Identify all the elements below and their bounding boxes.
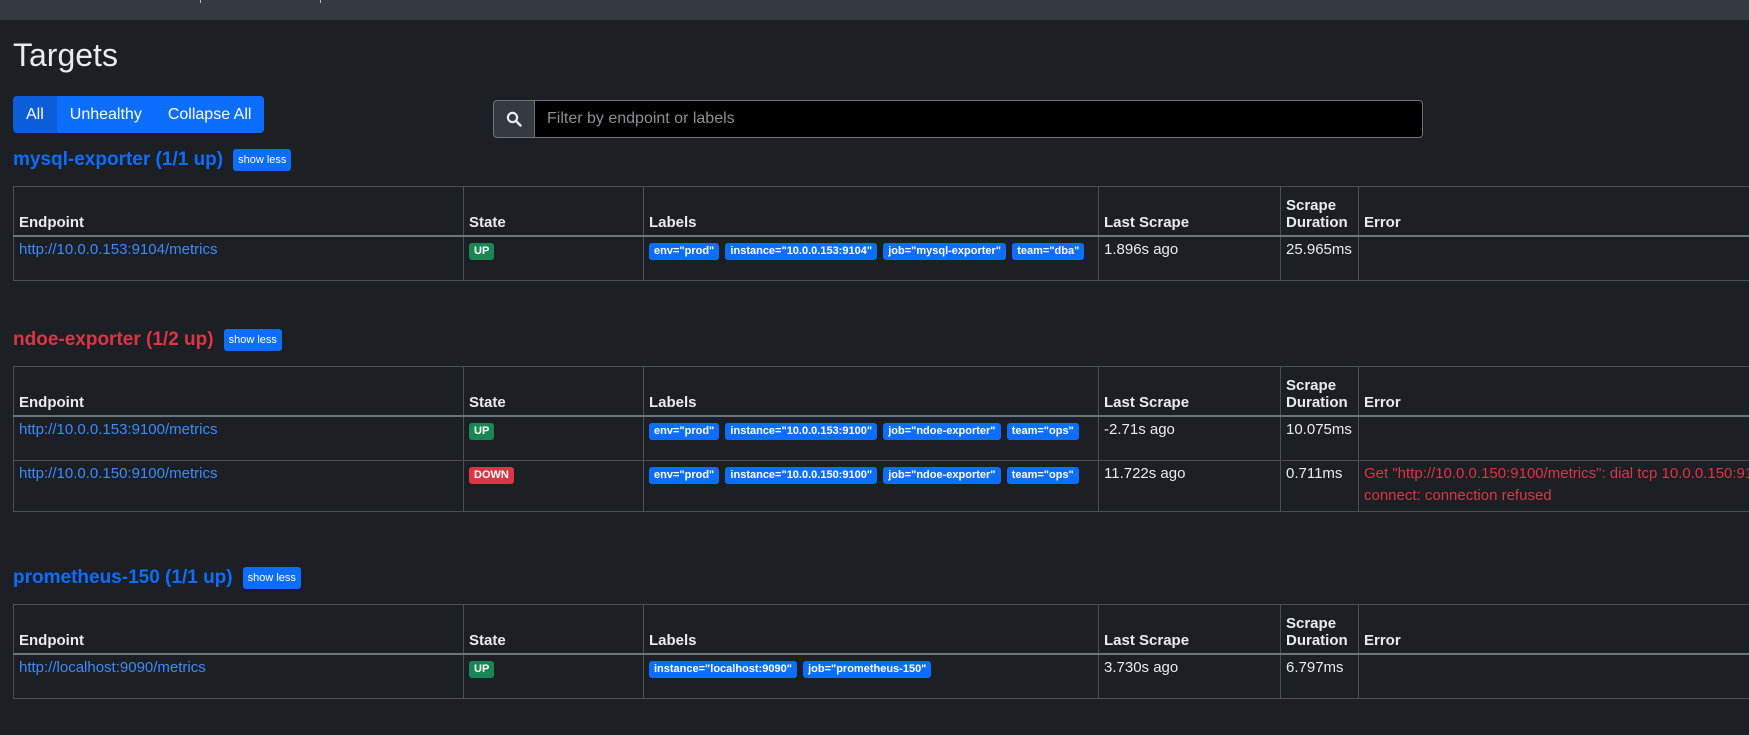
target-pool: prometheus-150 (1/1 up) show less Endpoint… (13, 563, 1749, 699)
filter-all-button[interactable]: All (13, 96, 57, 133)
filter-unhealthy-button[interactable]: Unhealthy (56, 96, 155, 133)
column-header-labels: Labels (643, 186, 1099, 237)
targets-table: Endpoint State Labels Last Scrape Scrape Dur… (13, 366, 1749, 512)
table-header-row: Endpoint State Labels Last Scrape Scrape Dur… (13, 366, 1749, 417)
search-group (493, 100, 1423, 138)
scrape-duration-cell: 6.797ms (1280, 653, 1359, 699)
last-scrape-cell: 3.730s ago (1098, 653, 1281, 699)
collapse-all-button[interactable]: Collapse All (154, 96, 265, 133)
filter-button-group: All Unhealthy Collapse All (13, 96, 265, 133)
endpoint-link[interactable]: http://10.0.0.153:9100/metrics (19, 421, 217, 438)
state-cell: UP (463, 415, 644, 461)
scrape-duration-cell: 10.075ms (1280, 415, 1359, 461)
state-badge: UP (469, 661, 495, 678)
column-header-labels: Labels (643, 604, 1099, 655)
pool-title-link[interactable]: prometheus-150 (1/1 up) (13, 567, 233, 589)
labels-cell: env="prod" instance="10.0.0.153:9100" jo… (643, 415, 1099, 461)
column-header-last-scrape: Last Scrape (1098, 186, 1281, 237)
column-header-scrape-duration: Scrape Duration (1280, 604, 1359, 655)
error-cell (1358, 653, 1749, 699)
show-less-button[interactable]: show less (223, 329, 282, 351)
endpoint-cell: http://localhost:9090/metrics (13, 653, 464, 699)
column-header-scrape-duration: Scrape Duration (1280, 366, 1359, 417)
pool-title-link[interactable]: ndoe-exporter (1/2 up) (13, 329, 214, 351)
state-badge: UP (469, 243, 495, 260)
table-row: http://10.0.0.153:9100/metrics UP env="pro… (13, 415, 1749, 461)
column-header-endpoint: Endpoint (13, 604, 464, 655)
label-badge: instance="10.0.0.153:9104" (725, 243, 878, 260)
page-title: Targets (13, 37, 118, 73)
error-cell (1358, 415, 1749, 461)
error-message: Get "http://10.0.0.150:9100/metrics": di… (1364, 464, 1749, 504)
pool-header: mysql-exporter (1/1 up) show less (13, 145, 1749, 175)
pool-title-link[interactable]: mysql-exporter (1/1 up) (13, 149, 223, 171)
label-badge: team="ops" (1006, 466, 1079, 484)
label-badge: job="prometheus-150" (803, 661, 932, 678)
label-badge: job="mysql-exporter" (883, 243, 1007, 260)
table-row: http://10.0.0.153:9104/metrics UP env="pro… (13, 235, 1749, 281)
column-header-last-scrape: Last Scrape (1098, 604, 1281, 655)
column-header-labels: Labels (643, 366, 1099, 417)
last-scrape-cell: 11.722s ago (1098, 459, 1281, 512)
endpoint-link[interactable]: http://localhost:9090/metrics (19, 659, 206, 676)
column-header-last-scrape: Last Scrape (1098, 366, 1281, 417)
label-badge: instance="localhost:9090" (649, 661, 797, 678)
search-input[interactable] (534, 100, 1423, 138)
table-header-row: Endpoint State Labels Last Scrape Scrape Dur… (13, 186, 1749, 237)
show-less-button[interactable]: show less (233, 149, 292, 171)
label-badge: instance="10.0.0.150:9100" (725, 466, 878, 484)
column-header-error: Error (1358, 604, 1749, 655)
pool-header: ndoe-exporter (1/2 up) show less (13, 325, 1749, 355)
state-cell: DOWN (463, 459, 644, 512)
table-row: http://localhost:9090/metrics UP instance=… (13, 653, 1749, 699)
state-cell: UP (463, 653, 644, 699)
endpoint-cell: http://10.0.0.150:9100/metrics (13, 459, 464, 512)
column-header-state: State (463, 186, 644, 237)
label-badge: env="prod" (649, 243, 720, 260)
state-cell: UP (463, 235, 644, 281)
last-scrape-cell: -2.71s ago (1098, 415, 1281, 461)
column-header-endpoint: Endpoint (13, 366, 464, 417)
label-badge: job="ndoe-exporter" (883, 466, 1001, 484)
label-badge: job="ndoe-exporter" (883, 423, 1001, 440)
labels-cell: env="prod" instance="10.0.0.153:9104" jo… (643, 235, 1099, 281)
endpoint-link[interactable]: http://10.0.0.153:9104/metrics (19, 241, 217, 258)
endpoint-cell: http://10.0.0.153:9104/metrics (13, 235, 464, 281)
navbar-divider (200, 0, 201, 3)
target-pool: ndoe-exporter (1/2 up) show less Endpoint S… (13, 325, 1749, 512)
show-less-button[interactable]: show less (242, 567, 301, 589)
column-header-endpoint: Endpoint (13, 186, 464, 237)
search-icon (493, 100, 534, 138)
labels-cell: instance="localhost:9090" job="prometheu… (643, 653, 1099, 699)
top-navbar (0, 0, 1749, 20)
pool-header: prometheus-150 (1/1 up) show less (13, 563, 1749, 593)
state-badge: DOWN (469, 466, 514, 484)
column-header-state: State (463, 366, 644, 417)
labels-cell: env="prod" instance="10.0.0.150:9100" jo… (643, 459, 1099, 512)
label-badge: team="dba" (1012, 243, 1085, 260)
error-cell: Get "http://10.0.0.150:9100/metrics": di… (1358, 459, 1749, 512)
table-header-row: Endpoint State Labels Last Scrape Scrape Dur… (13, 604, 1749, 655)
column-header-scrape-duration: Scrape Duration (1280, 186, 1359, 237)
endpoint-link[interactable]: http://10.0.0.150:9100/metrics (19, 465, 217, 482)
label-badge: env="prod" (649, 466, 720, 484)
column-header-error: Error (1358, 366, 1749, 417)
table-row: http://10.0.0.150:9100/metrics DOWN env="p… (13, 459, 1749, 512)
label-badge: team="ops" (1006, 423, 1079, 440)
target-pool: mysql-exporter (1/1 up) show less Endpoint… (13, 145, 1749, 281)
navbar-divider (320, 0, 321, 3)
column-header-state: State (463, 604, 644, 655)
scrape-duration-cell: 0.711ms (1280, 459, 1359, 512)
error-cell (1358, 235, 1749, 281)
state-badge: UP (469, 423, 495, 440)
scrape-duration-cell: 25.965ms (1280, 235, 1359, 281)
last-scrape-cell: 1.896s ago (1098, 235, 1281, 281)
column-header-error: Error (1358, 186, 1749, 237)
label-badge: env="prod" (649, 423, 720, 440)
targets-table: Endpoint State Labels Last Scrape Scrape Dur… (13, 186, 1749, 281)
endpoint-cell: http://10.0.0.153:9100/metrics (13, 415, 464, 461)
label-badge: instance="10.0.0.153:9100" (725, 423, 878, 440)
targets-table: Endpoint State Labels Last Scrape Scrape Dur… (13, 604, 1749, 699)
